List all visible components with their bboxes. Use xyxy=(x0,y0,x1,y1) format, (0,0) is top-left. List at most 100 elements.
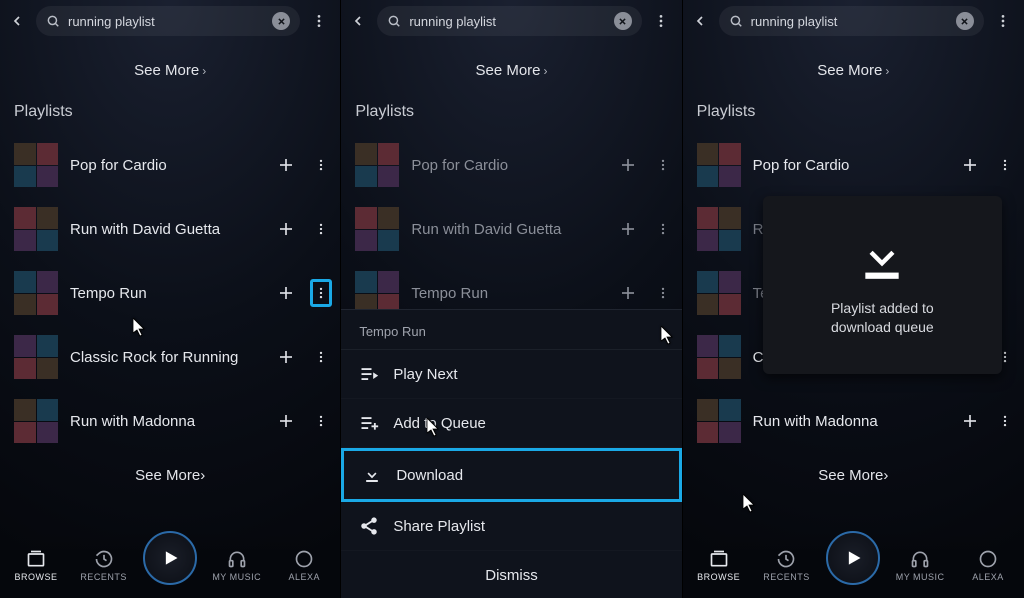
more-vertical-icon xyxy=(653,13,669,29)
back-button[interactable] xyxy=(4,8,30,34)
playlist-thumbnail xyxy=(14,207,58,251)
nav-my-music[interactable]: MY MUSIC xyxy=(209,548,265,582)
plus-icon xyxy=(277,412,295,430)
see-more-link[interactable]: See More› xyxy=(683,42,1024,103)
row-overflow-button[interactable] xyxy=(310,407,332,435)
plus-icon xyxy=(619,156,637,174)
see-more-link[interactable]: See More› xyxy=(683,453,1024,492)
clear-search-button[interactable] xyxy=(956,12,974,30)
add-button[interactable] xyxy=(956,407,984,435)
nav-alexa[interactable]: ALEXA xyxy=(276,548,332,582)
search-field[interactable] xyxy=(377,6,641,36)
row-overflow-button[interactable] xyxy=(994,151,1016,179)
plus-icon xyxy=(277,220,295,238)
playlist-row[interactable]: Tempo Run xyxy=(0,261,340,325)
playlist-row[interactable]: Pop for Cardio xyxy=(341,133,681,197)
search-input[interactable] xyxy=(751,14,948,29)
playlist-thumbnail xyxy=(697,399,741,443)
playlist-row[interactable]: Run with David Guetta xyxy=(0,197,340,261)
nav-label: RECENTS xyxy=(80,572,127,582)
playlist-row[interactable]: Run with David Guetta xyxy=(341,197,681,261)
nav-browse[interactable]: BROWSE xyxy=(691,548,747,582)
nav-my-music[interactable]: MY MUSIC xyxy=(892,548,948,582)
more-vertical-icon xyxy=(995,13,1011,29)
search-input[interactable] xyxy=(68,14,264,29)
add-button[interactable] xyxy=(272,279,300,307)
section-title: Playlists xyxy=(341,103,681,133)
dismiss-button[interactable]: Dismiss xyxy=(341,551,681,598)
playlist-row[interactable]: Pop for Cardio xyxy=(0,133,340,197)
nav-label: ALEXA xyxy=(289,572,321,582)
row-overflow-button[interactable] xyxy=(310,215,332,243)
now-playing-button[interactable] xyxy=(143,531,197,585)
search-input[interactable] xyxy=(409,14,605,29)
action-play-next[interactable]: Play Next xyxy=(341,350,681,399)
section-title: Playlists xyxy=(0,103,340,133)
add-button[interactable] xyxy=(272,407,300,435)
playlist-title: Tempo Run xyxy=(411,285,601,302)
top-bar xyxy=(341,0,681,42)
download-icon xyxy=(857,233,907,283)
playlist-row[interactable]: Run with Madonna xyxy=(0,389,340,453)
clear-search-button[interactable] xyxy=(614,12,632,30)
see-more-link[interactable]: See More› xyxy=(0,453,340,492)
row-overflow-button[interactable] xyxy=(310,343,332,371)
back-button[interactable] xyxy=(345,8,371,34)
nav-browse[interactable]: BROWSE xyxy=(8,548,64,582)
playlist-title: Run with David Guetta xyxy=(411,221,601,238)
overflow-button[interactable] xyxy=(306,8,332,34)
add-button[interactable] xyxy=(272,343,300,371)
panel-step-2: See More› Playlists Pop for Cardio Run w… xyxy=(341,0,682,598)
clear-search-button[interactable] xyxy=(272,12,290,30)
download-icon xyxy=(362,465,382,485)
bottom-nav: BROWSE RECENTS MY MUSIC ALEXA xyxy=(683,532,1024,598)
nav-label: BROWSE xyxy=(14,572,57,582)
nav-recents[interactable]: RECENTS xyxy=(76,548,132,582)
action-add-to-queue[interactable]: Add to Queue xyxy=(341,399,681,448)
nav-label: MY MUSIC xyxy=(212,572,261,582)
back-button[interactable] xyxy=(687,8,713,34)
add-button[interactable] xyxy=(956,151,984,179)
row-overflow-button[interactable] xyxy=(994,407,1016,435)
more-vertical-icon xyxy=(311,13,327,29)
search-field[interactable] xyxy=(36,6,300,36)
row-overflow-button[interactable] xyxy=(652,215,674,243)
recents-icon xyxy=(776,549,796,569)
search-field[interactable] xyxy=(719,6,984,36)
search-icon xyxy=(387,14,401,28)
playlist-title: Run with David Guetta xyxy=(70,221,260,238)
browse-icon xyxy=(709,549,729,569)
playlist-thumbnail xyxy=(14,335,58,379)
more-vertical-icon xyxy=(998,414,1012,428)
row-overflow-button[interactable] xyxy=(652,151,674,179)
browse-icon xyxy=(26,549,46,569)
playlist-row[interactable]: Run with Madonna xyxy=(683,389,1024,453)
add-button[interactable] xyxy=(272,215,300,243)
action-share-playlist[interactable]: Share Playlist xyxy=(341,502,681,551)
add-button[interactable] xyxy=(272,151,300,179)
nav-recents[interactable]: RECENTS xyxy=(758,548,814,582)
playlist-thumbnail xyxy=(697,207,741,251)
add-button[interactable] xyxy=(614,151,642,179)
top-bar xyxy=(0,0,340,42)
search-icon xyxy=(729,14,743,28)
playlist-title: Pop for Cardio xyxy=(753,157,944,174)
row-overflow-button[interactable] xyxy=(310,279,332,307)
playlist-title: Pop for Cardio xyxy=(411,157,601,174)
chevron-left-icon xyxy=(9,13,25,29)
now-playing-button[interactable] xyxy=(826,531,880,585)
row-overflow-button[interactable] xyxy=(652,279,674,307)
overflow-button[interactable] xyxy=(648,8,674,34)
nav-alexa[interactable]: ALEXA xyxy=(960,548,1016,582)
playlist-row[interactable]: Classic Rock for Running xyxy=(0,325,340,389)
add-button[interactable] xyxy=(614,279,642,307)
add-button[interactable] xyxy=(614,215,642,243)
nav-label: RECENTS xyxy=(763,572,810,582)
more-vertical-icon xyxy=(314,158,328,172)
see-more-link[interactable]: See More› xyxy=(0,42,340,103)
row-overflow-button[interactable] xyxy=(310,151,332,179)
overflow-button[interactable] xyxy=(990,8,1016,34)
playlist-row[interactable]: Pop for Cardio xyxy=(683,133,1024,197)
action-download[interactable]: Download xyxy=(341,448,681,502)
see-more-link[interactable]: See More› xyxy=(341,42,681,103)
